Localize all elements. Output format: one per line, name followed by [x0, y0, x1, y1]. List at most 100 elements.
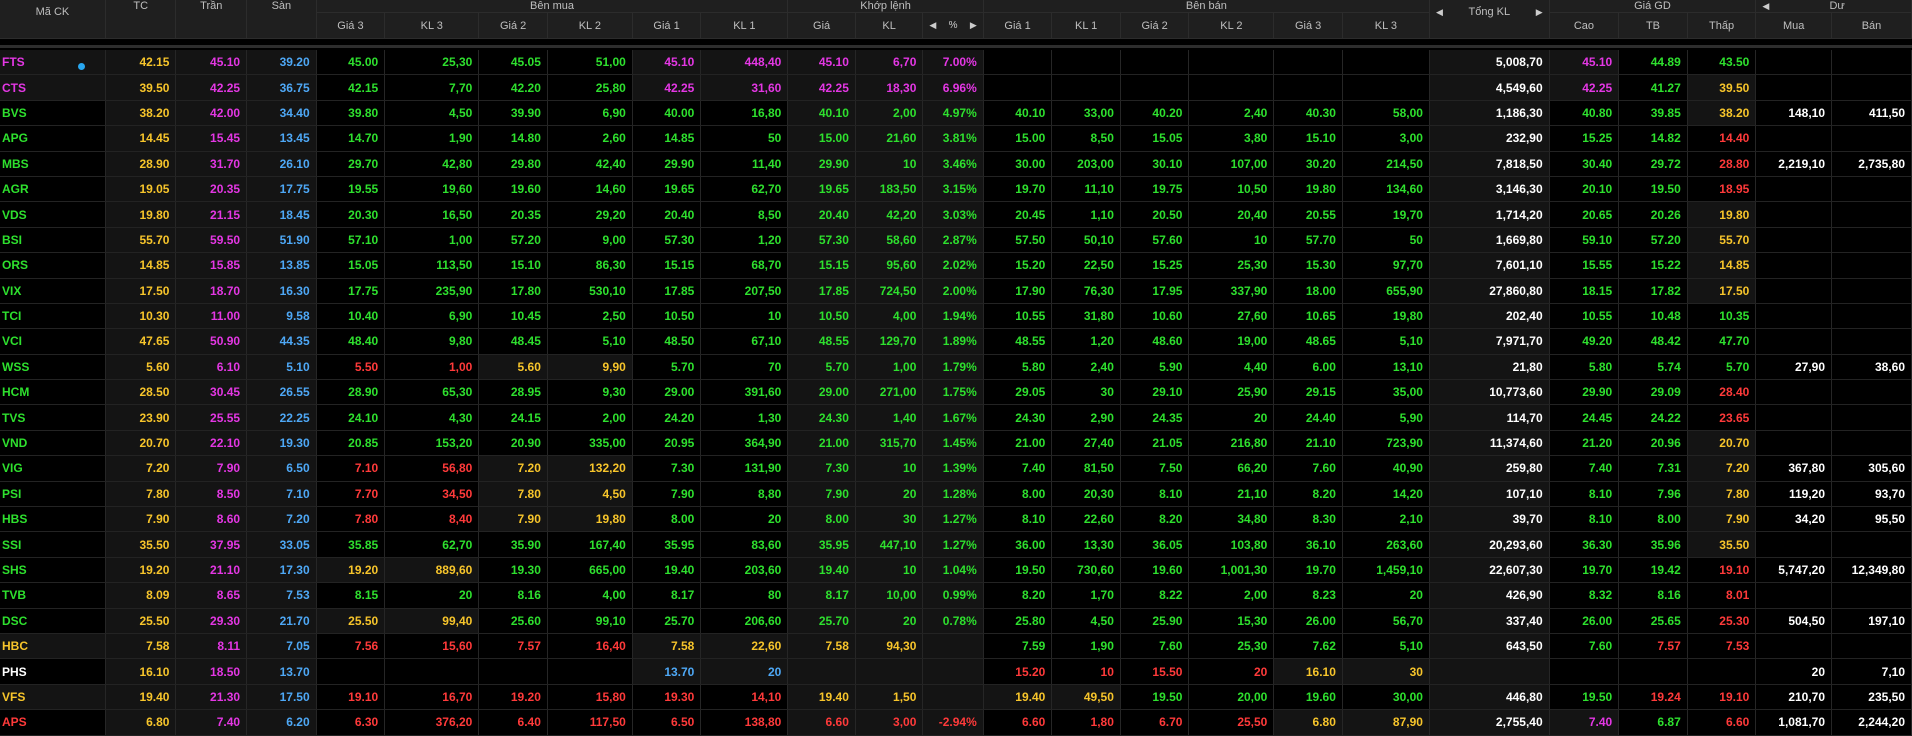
symbol-cell[interactable]: VFS [0, 684, 106, 711]
col-ceil[interactable]: Trần [175, 0, 248, 39]
symbol-cell[interactable]: CTS [0, 74, 106, 101]
col-bid-p3[interactable]: Giá 3 [316, 12, 386, 39]
caret-right-icon[interactable]: ▶ [1536, 6, 1543, 18]
floor-price-cell: 6.20 [246, 709, 317, 736]
table-row[interactable]: APG 14.45 15.45 13.45 14.70 1,90 14.80 2,60 14.8… [0, 125, 1912, 152]
symbol-cell[interactable]: VCI [0, 328, 106, 355]
col-floor[interactable]: Sàn [246, 0, 317, 39]
symbol-cell[interactable]: TVS [0, 404, 106, 431]
col-bid-v2[interactable]: KL 2 [547, 12, 633, 39]
symbol-cell[interactable]: WSS [0, 354, 106, 381]
caret-left-icon[interactable]: ◀ [1762, 0, 1769, 12]
symbol-cell[interactable]: TCI [0, 303, 106, 330]
symbol-cell[interactable]: VND [0, 430, 106, 457]
table-row[interactable]: VND 20.70 22.10 19.30 20.85 153,20 20.90 335,00… [0, 430, 1912, 457]
table-row[interactable]: VFS 19.40 21.30 17.50 19.10 16,70 19.20 15,80 19… [0, 684, 1912, 711]
symbol-cell[interactable]: AGR [0, 176, 106, 203]
symbol-cell[interactable]: HBS [0, 506, 106, 533]
bid-price-3-cell: 24.10 [316, 404, 386, 431]
symbol-cell[interactable]: APG [0, 125, 106, 152]
ref-price-cell: 38.20 [105, 100, 177, 127]
col-high[interactable]: Cao [1549, 12, 1620, 39]
bid-price-1-cell: 29.90 [632, 151, 702, 177]
symbol-cell[interactable]: PSI [0, 481, 106, 508]
table-row[interactable]: VDS 19.80 21.15 18.45 20.30 16,50 20.35 29,20 20… [0, 201, 1912, 228]
col-buy-surplus[interactable]: Mua [1755, 12, 1833, 39]
col-bid-v1[interactable]: KL 1 [700, 12, 789, 39]
table-row[interactable]: PSI 7.80 8.50 7.10 7.70 34,50 7.80 4,50 7.90 8,80… [0, 481, 1912, 508]
table-row[interactable]: VIX 17.50 18.70 16.30 17.75 235,90 17.80 530,10… [0, 278, 1912, 304]
col-bid-v3[interactable]: KL 3 [384, 12, 480, 39]
col-total[interactable]: ◀ Tổng KL ▶ [1429, 0, 1550, 39]
table-row[interactable]: VCI 47.65 50.90 44.35 48.40 9,80 48.45 5,10 48.5… [0, 328, 1912, 355]
table-row[interactable]: AGR 19.05 20.35 17.75 19.55 19,60 19.60 14,60 19… [0, 176, 1912, 203]
symbol-cell[interactable]: VDS [0, 201, 106, 228]
ask-price-1-cell: 24.30 [983, 404, 1053, 431]
symbol-cell[interactable]: HCM [0, 379, 106, 406]
symbol-cell[interactable]: TVB [0, 582, 106, 609]
symbol-cell[interactable]: SSI [0, 531, 106, 558]
col-ask-p2[interactable]: Giá 2 [1120, 12, 1190, 39]
col-ask-v1[interactable]: KL 1 [1051, 12, 1121, 39]
table-row[interactable]: SSI 35.50 37.95 33.05 35.85 62,70 35.90 167,40 3… [0, 531, 1912, 558]
table-row[interactable]: TVS 23.90 25.55 22.25 24.10 4,30 24.15 2,00 24.2… [0, 404, 1912, 431]
col-match-pct[interactable]: ◀% ▶ [922, 12, 984, 39]
col-ask-v3[interactable]: KL 3 [1342, 12, 1430, 39]
table-row[interactable]: HCM 28.50 30.45 26.55 28.90 65,30 28.95 9,30 29.… [0, 379, 1912, 406]
col-bid-p2[interactable]: Giá 2 [478, 12, 548, 39]
table-row[interactable]: BVS 38.20 42.00 34.40 39.80 4,50 39.90 6,90 40.0… [0, 100, 1912, 127]
symbol-cell[interactable]: VIG [0, 455, 106, 482]
table-row[interactable]: VIG 7.20 7.90 6.50 7.10 56,80 7.20 132,20 7.30 13… [0, 455, 1912, 482]
col-low[interactable]: Thấp [1687, 12, 1757, 39]
caret-right-icon[interactable]: ▶ [970, 20, 977, 31]
ref-price-cell: 14.85 [105, 252, 177, 279]
match-vol-cell: 271,00 [855, 379, 924, 406]
col-ref[interactable]: TC [105, 0, 177, 39]
table-row[interactable]: ORS 14.85 15.85 13.85 15.05 113,50 15.10 86,30 1… [0, 252, 1912, 279]
table-row[interactable]: TVB 8.09 8.65 7.53 8.15 20 8.16 4,00 8.17 80 8.17 1… [0, 582, 1912, 609]
symbol-cell[interactable]: SHS [0, 557, 106, 584]
symbol-cell[interactable]: MBS [0, 151, 106, 177]
col-ask-p1[interactable]: Giá 1 [983, 12, 1053, 39]
col-avg[interactable]: TB [1618, 12, 1688, 39]
table-row[interactable]: MBS 28.90 31.70 26.10 29.70 42,80 29.80 42,40 29… [0, 151, 1912, 177]
table-row[interactable]: TCI 10.30 11.00 9.58 10.40 6,90 10.45 2,50 10.50… [0, 303, 1912, 330]
col-sell-surplus[interactable]: Bán [1831, 12, 1912, 39]
col-ask-p3[interactable]: Giá 3 [1273, 12, 1343, 39]
col-bid-p1[interactable]: Giá 1 [632, 12, 702, 39]
ceil-price-cell: 7.40 [175, 709, 248, 736]
symbol-cell[interactable]: APS [0, 709, 106, 736]
caret-left-icon[interactable]: ◀ [929, 20, 936, 31]
table-row[interactable]: SHS 19.20 21.10 17.30 19.20 889,60 19.30 665,00… [0, 557, 1912, 584]
horizontal-scrollbar[interactable] [0, 45, 1912, 48]
symbol-cell[interactable]: BVS [0, 100, 106, 127]
table-row[interactable]: CTS 39.50 42.25 36.75 42.15 7,70 42.20 25,80 42.… [0, 74, 1912, 101]
table-row[interactable]: BSI 55.70 59.50 51.90 57.10 1,00 57.20 9,00 57.3… [0, 227, 1912, 254]
symbol-cell[interactable]: ORS [0, 252, 106, 279]
col-match-price[interactable]: Giá [787, 12, 856, 39]
caret-left-icon[interactable]: ◀ [1436, 6, 1443, 18]
ask-vol-2-cell: 20,00 [1188, 684, 1275, 711]
symbol-cell[interactable]: DSC [0, 608, 106, 634]
table-row[interactable]: APS 6.80 7.40 6.20 6.30 376,20 6.40 117,50 6.50 1… [0, 709, 1912, 736]
table-row[interactable]: FTS 42.15 45.10 39.20 45.00 25,30 45.05 51,00 45… [0, 50, 1912, 76]
ref-price-cell: 42.15 [105, 50, 177, 76]
ask-vol-2-cell: 2,00 [1188, 582, 1275, 609]
table-row[interactable]: DSC 25.50 29.30 21.70 25.50 99,40 25.60 99,10 25… [0, 608, 1912, 634]
table-row[interactable]: WSS 5.60 6.10 5.10 5.50 1,00 5.60 9,90 5.70 70 5.7… [0, 354, 1912, 381]
symbol-cell[interactable]: FTS [0, 50, 106, 76]
table-row[interactable]: HBS 7.90 8.60 7.20 7.80 8,40 7.90 19,80 8.00 20 8.… [0, 506, 1912, 533]
table-row[interactable]: HBC 7.58 8.11 7.05 7.56 15,60 7.57 16,40 7.58 22,… [0, 633, 1912, 660]
total-volume-cell: 259,80 [1429, 455, 1550, 482]
symbol-cell[interactable]: VIX [0, 278, 106, 304]
symbol-cell[interactable]: HBC [0, 633, 106, 660]
low-price-cell: 55.70 [1687, 227, 1757, 254]
col-match-vol[interactable]: KL [855, 12, 924, 39]
symbol-cell[interactable]: BSI [0, 227, 106, 254]
col-symbol[interactable]: Mã CK [0, 0, 106, 39]
info-dot-icon[interactable] [77, 62, 85, 70]
symbol-cell[interactable]: PHS [0, 658, 106, 685]
match-pct-cell: 3.46% [922, 151, 984, 177]
col-ask-v2[interactable]: KL 2 [1188, 12, 1275, 39]
table-row[interactable]: PHS 16.10 18.50 13.70 13.70 20 15.20 10 15.50 20 1… [0, 658, 1912, 685]
